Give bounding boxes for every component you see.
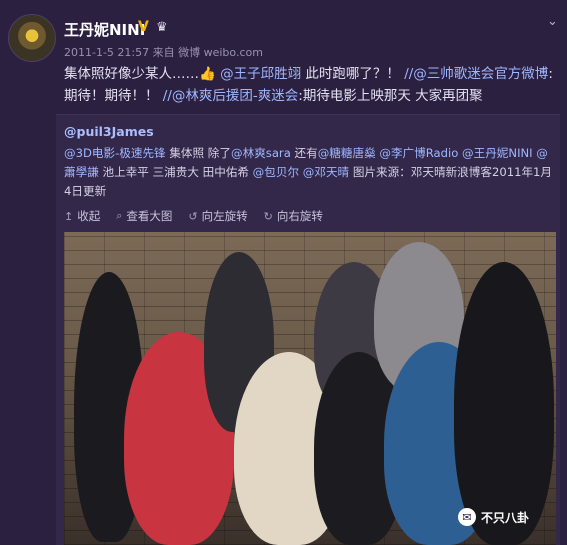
repost-text-part: 还有	[290, 146, 318, 160]
thumbs-up-emoji-icon: 👍	[199, 66, 216, 82]
mention-link[interactable]: @邓天晴	[303, 165, 349, 179]
username[interactable]: 王丹妮NINI	[64, 19, 145, 40]
group-photo[interactable]	[64, 232, 556, 545]
mention-link[interactable]: @李广博Radio	[379, 146, 458, 160]
post-text: 集体照好像少某人……👍 @王子邱胜翊 此时跑哪了？！ //@三帅歌迷会官方微博:…	[64, 63, 554, 107]
mention-link[interactable]: @王子邱胜翊	[220, 66, 301, 82]
rotate-left-icon: ↺	[188, 209, 198, 223]
crown-icon: ♛	[156, 20, 168, 35]
post-text-part: 此时跑哪了？！	[301, 66, 405, 82]
watermark-label: 不只八卦	[481, 510, 530, 525]
avatar[interactable]	[8, 14, 56, 62]
image-actions: ↥ 收起 ⌕ 查看大图 ↺ 向左旋转 ↻ 向右旋转	[64, 208, 323, 224]
view-large-label: 查看大图	[126, 209, 173, 223]
view-large-button[interactable]: ⌕ 查看大图	[116, 208, 172, 224]
mention-link[interactable]: @3D电影-极速先锋	[64, 146, 166, 160]
chat-bubble-icon: ✉	[458, 508, 476, 526]
repost-user-link[interactable]: @puil3James	[64, 124, 154, 139]
photo-person	[454, 262, 554, 545]
repost-text: @3D电影-极速先锋 集体照 除了@林爽sara 还有@糖糖唐燊 @李广博Rad…	[64, 144, 556, 201]
weibo-post: 王丹妮NINI V ♛ ⌄ 2011-1-5 21:57 来自 微博 weibo…	[0, 0, 567, 545]
repost-text-part: 池上幸平 三浦贵大 田中佑希	[98, 165, 253, 179]
collapse-label: 收起	[77, 209, 101, 223]
post-meta: 2011-1-5 21:57 来自 微博 weibo.com	[64, 46, 263, 59]
rotate-left-label: 向左旋转	[201, 209, 248, 223]
post-text-part: :期待电影上映那天 大家再团聚	[298, 88, 483, 104]
mention-link[interactable]: @林爽sara	[231, 146, 291, 160]
arrow-up-icon: ↥	[64, 209, 74, 223]
mention-link[interactable]: @糖糖唐燊	[318, 146, 376, 160]
mention-link[interactable]: @王丹妮NINI	[462, 146, 533, 160]
repost-chain-link[interactable]: //@三帅歌迷会官方微博	[404, 66, 548, 82]
rotate-left-button[interactable]: ↺ 向左旋转	[188, 208, 247, 224]
post-text-part: 集体照好像少某人……	[64, 66, 199, 82]
verified-badge-icon: V	[138, 19, 149, 35]
rotate-right-icon: ↻	[263, 209, 273, 223]
watermark: ✉ 不只八卦	[458, 508, 529, 526]
magnifier-icon: ⌕	[116, 209, 123, 222]
chevron-down-icon[interactable]: ⌄	[547, 14, 558, 29]
rotate-right-label: 向右旋转	[276, 209, 323, 223]
repost-text-part: 集体照 除了	[165, 146, 231, 160]
rotate-right-button[interactable]: ↻ 向右旋转	[264, 208, 323, 224]
mention-link[interactable]: @包贝尔	[253, 165, 299, 179]
repost-chain-link[interactable]: //@林爽后援团-爽迷会	[163, 88, 298, 104]
reposted-content: @puil3James @3D电影-极速先锋 集体照 除了@林爽sara 还有@…	[56, 114, 560, 545]
collapse-button[interactable]: ↥ 收起	[64, 208, 100, 224]
